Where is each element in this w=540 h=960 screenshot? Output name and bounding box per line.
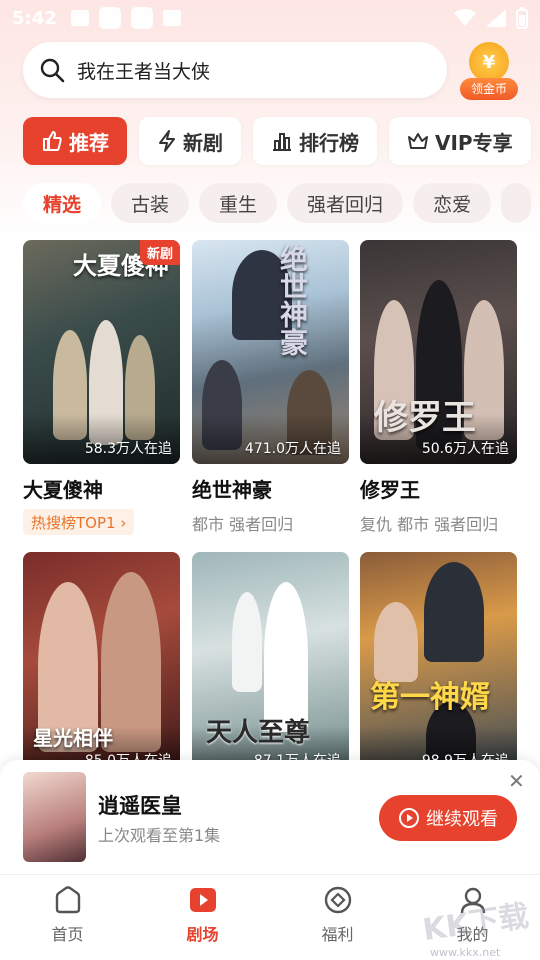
- nav-home[interactable]: 首页: [0, 875, 135, 960]
- tab-rankings[interactable]: 排行榜: [253, 117, 377, 165]
- tab-label: 新剧: [183, 130, 223, 155]
- drama-tags: 复仇 都市 强者回归: [360, 515, 499, 534]
- drama-poster[interactable]: 星光相伴 85.0万人在追: [23, 552, 180, 776]
- thumbs-up-icon: [43, 131, 62, 151]
- continue-watching-title: 逍遥医皇: [98, 794, 182, 818]
- drama-poster[interactable]: 修罗王 50.6万人在追: [360, 240, 517, 464]
- gift-diamond-icon: [324, 886, 351, 914]
- category-filters: 精选 古装 重生 强者回归 恋爱: [23, 183, 532, 223]
- coin-icon: ¥: [469, 42, 509, 82]
- category-more[interactable]: [501, 183, 532, 223]
- app-icon: [98, 7, 121, 29]
- drama-poster[interactable]: 大夏傻神 新剧 58.3万人在追: [23, 240, 180, 464]
- continue-watching-label: 继续观看: [426, 809, 498, 830]
- poster-title-art: 修罗王: [374, 398, 476, 438]
- search-query: 我在王者当大侠: [77, 60, 211, 83]
- drama-card[interactable]: 第一神婿 98.9万人在追: [360, 552, 517, 776]
- status-bar: 5:42: [0, 0, 540, 36]
- nav-label: 福利: [321, 925, 354, 944]
- poster-title-art: 天人至尊: [206, 718, 311, 748]
- home-icon: [55, 886, 80, 914]
- drama-card[interactable]: 修罗王 50.6万人在追 修罗王 复仇 都市 强者回归: [360, 240, 517, 535]
- drama-poster[interactable]: 绝世神豪 471.0万人在追: [192, 240, 349, 464]
- category-costume[interactable]: 古装: [111, 183, 190, 223]
- drama-tags: 都市 强者回归: [192, 515, 294, 534]
- category-strong-return[interactable]: 强者回归: [287, 183, 404, 223]
- status-time: 5:42: [12, 7, 57, 29]
- poster-title-art: 星光相伴: [33, 726, 113, 750]
- drama-card[interactable]: 天人至尊 87.1万人在追: [192, 552, 349, 776]
- drama-title[interactable]: 修罗王: [360, 474, 517, 503]
- app-icon: [162, 10, 181, 26]
- lightning-icon: [159, 130, 175, 152]
- drama-title[interactable]: 大夏傻神: [23, 474, 180, 503]
- continue-watching-bar[interactable]: 逍遥医皇 上次观看至第1集 继续观看 ✕: [0, 760, 540, 874]
- play-circle-icon: [399, 808, 419, 828]
- bar-chart-icon: [273, 133, 291, 151]
- category-romance[interactable]: 恋爱: [413, 183, 492, 223]
- category-featured[interactable]: 精选: [23, 183, 102, 223]
- main-tabs: 推荐 新剧 排行榜 VIP专享: [23, 117, 531, 165]
- gallery-icon: [70, 10, 89, 26]
- drama-card[interactable]: 星光相伴 85.0万人在追: [23, 552, 180, 776]
- wifi-icon: [454, 9, 476, 26]
- continue-watching-thumbnail[interactable]: [23, 772, 86, 862]
- watching-count: 58.3万人在追: [84, 441, 172, 457]
- collect-coins-label: 领金币: [460, 78, 518, 100]
- app-icon: [130, 7, 153, 29]
- notification-icons: [70, 7, 181, 29]
- system-icons: [454, 7, 528, 29]
- poster-figure: [374, 602, 418, 682]
- drama-poster[interactable]: 第一神婿 98.9万人在追: [360, 552, 517, 776]
- nav-benefits[interactable]: 福利: [270, 875, 405, 960]
- tab-label: 推荐: [69, 130, 109, 155]
- collect-coins-button[interactable]: ¥ 领金币: [460, 42, 518, 100]
- poster-title-art: 第一神婿: [370, 680, 490, 715]
- drama-card[interactable]: 大夏傻神 新剧 58.3万人在追 大夏傻神 热搜榜TOP1 ›: [23, 240, 180, 535]
- continue-watching-button[interactable]: 继续观看: [379, 795, 517, 841]
- watching-count: 471.0万人在追: [244, 441, 341, 457]
- poster-title-art: 绝世神豪: [276, 244, 309, 356]
- tab-new-dramas[interactable]: 新剧: [139, 117, 241, 165]
- nav-label: 剧场: [186, 925, 219, 944]
- drama-card[interactable]: 绝世神豪 471.0万人在追 绝世神豪 都市 强者回归: [192, 240, 349, 535]
- poster-figure: [232, 592, 262, 692]
- new-badge: 新剧: [139, 240, 180, 265]
- hot-search-tag[interactable]: 热搜榜TOP1 ›: [23, 509, 135, 535]
- poster-figure: [424, 562, 484, 662]
- search-bar[interactable]: 我在王者当大侠: [23, 42, 447, 98]
- nav-label: 首页: [51, 925, 84, 944]
- tab-vip[interactable]: VIP专享: [389, 117, 531, 165]
- play-icon: [189, 888, 216, 912]
- continue-watching-progress: 上次观看至第1集: [98, 826, 221, 845]
- drama-poster[interactable]: 天人至尊 87.1万人在追: [192, 552, 349, 776]
- watching-count: 50.6万人在追: [421, 441, 509, 457]
- tab-label: VIP专享: [435, 130, 513, 155]
- tab-recommend[interactable]: 推荐: [23, 117, 127, 165]
- nav-theater[interactable]: 剧场: [135, 875, 270, 960]
- battery-icon: [516, 7, 528, 29]
- drama-title[interactable]: 绝世神豪: [192, 474, 349, 503]
- watermark-url: www.kkx.net: [430, 946, 501, 959]
- search-icon: [40, 58, 65, 83]
- poster-figure: [264, 582, 308, 732]
- crown-icon: [408, 133, 428, 149]
- category-rebirth[interactable]: 重生: [199, 183, 278, 223]
- signal-icon: [486, 9, 506, 27]
- tab-label: 排行榜: [299, 130, 359, 155]
- close-icon[interactable]: ✕: [508, 769, 525, 793]
